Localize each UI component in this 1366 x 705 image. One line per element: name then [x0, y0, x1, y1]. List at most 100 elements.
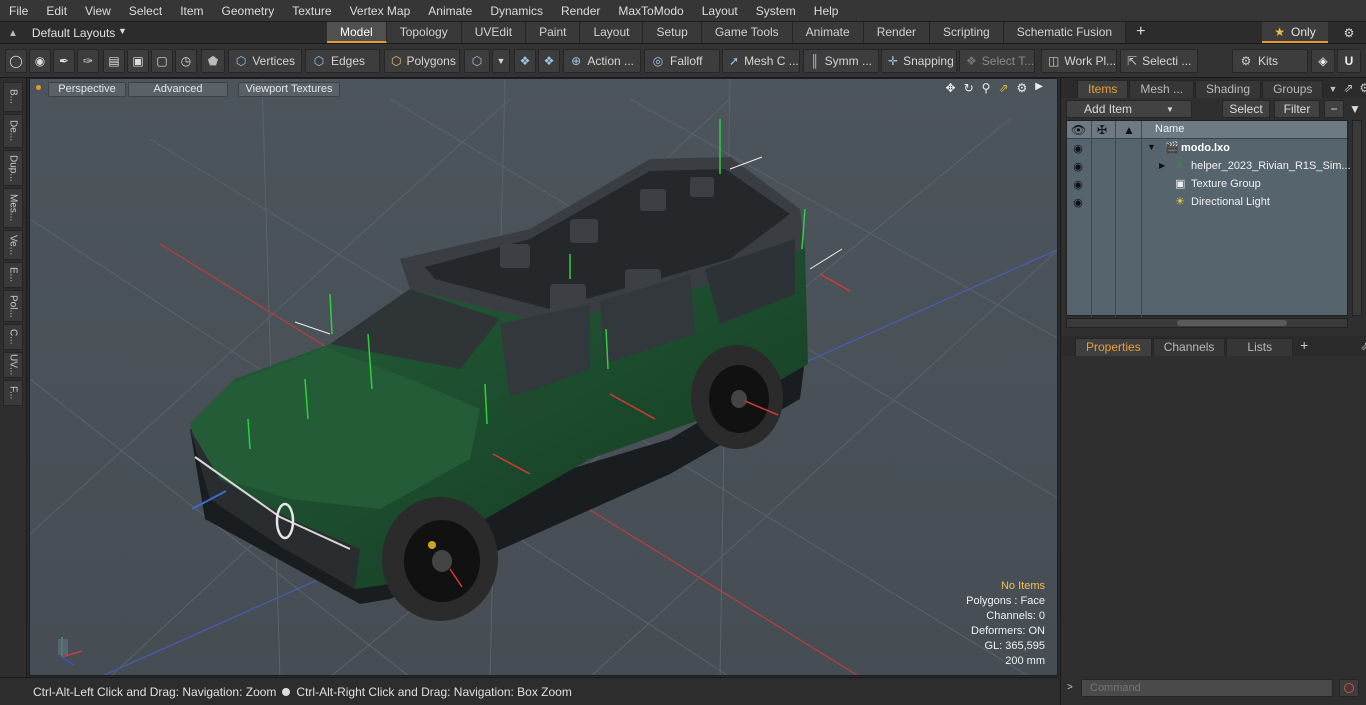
polygons-button[interactable]: ⬡ Polygons	[384, 49, 460, 73]
record-button[interactable]	[1339, 679, 1359, 697]
layouts-selector[interactable]: ▲ Default Layouts	[0, 22, 115, 44]
selection-sets-button[interactable]: ⇱ Selecti ...	[1120, 49, 1198, 73]
tab-model[interactable]: Model	[327, 22, 387, 43]
material-icon[interactable]: ❖	[514, 49, 536, 73]
menu-render[interactable]: Render	[552, 0, 609, 22]
left-tab-mesh-edit[interactable]: Mes...	[3, 188, 23, 228]
edges-button[interactable]: ⬡ Edges	[305, 49, 380, 73]
tab-groups[interactable]: Groups	[1262, 80, 1324, 98]
menu-item[interactable]: Item	[171, 0, 212, 22]
circle-select-icon[interactable]: ◯	[5, 49, 27, 73]
left-tab-basic[interactable]: B...	[3, 82, 23, 112]
eye-icon[interactable]: ◉	[1071, 143, 1085, 155]
tab-uvedit[interactable]: UVEdit	[461, 22, 527, 43]
tab-channels[interactable]: Channels	[1152, 338, 1226, 356]
tab-shading[interactable]: Shading	[1195, 80, 1262, 98]
falloff-button[interactable]: ◎ Falloff	[644, 49, 720, 73]
tab-scripting[interactable]: Scripting	[930, 22, 1004, 43]
panel-gear-icon[interactable]: ⚙	[1359, 81, 1366, 95]
perspective-button[interactable]: Perspective	[48, 82, 126, 97]
snapping-button[interactable]: ✛ Snapping	[881, 49, 957, 73]
3d-viewport[interactable]: Perspective Advanced Viewport Textures ✥…	[29, 78, 1058, 676]
menu-select[interactable]: Select	[120, 0, 171, 22]
left-tab-deform[interactable]: De...	[3, 114, 23, 148]
left-tab-duplicate[interactable]: Dup...	[3, 150, 23, 186]
eye-icon[interactable]: ◉	[1071, 161, 1085, 173]
menu-help[interactable]: Help	[805, 0, 848, 22]
select-through-button[interactable]: ❖ Select T...	[959, 49, 1035, 73]
menu-edit[interactable]: Edit	[37, 0, 76, 22]
tab-paint[interactable]: Paint	[526, 22, 581, 43]
menu-file[interactable]: File	[0, 0, 37, 22]
tab-mesh[interactable]: Mesh ...	[1129, 80, 1195, 98]
add-item-button[interactable]: Add Item ▼	[1066, 100, 1192, 118]
menu-layout[interactable]: Layout	[693, 0, 747, 22]
vertices-button[interactable]: ⬡ Vertices	[228, 49, 302, 73]
tab-properties[interactable]: Properties	[1075, 338, 1152, 356]
unreal-icon[interactable]: U	[1337, 49, 1361, 73]
menu-geometry[interactable]: Geometry	[213, 0, 284, 22]
left-tab-edge[interactable]: E...	[3, 262, 23, 288]
horizontal-scrollbar[interactable]	[1066, 318, 1348, 328]
tab-items[interactable]: Items	[1077, 80, 1129, 98]
symmetry-button[interactable]: ║ Symm ...	[803, 49, 879, 73]
left-tab-curve[interactable]: C...	[3, 324, 23, 350]
expand-panel-icon[interactable]: ⇗	[1360, 339, 1366, 353]
gear-icon[interactable]: ⚙	[1338, 22, 1360, 44]
viewport-textures-button[interactable]: Viewport Textures	[238, 82, 340, 97]
list-item[interactable]: ◉ ▣ Texture Group	[1067, 176, 1347, 194]
left-tab-polygon[interactable]: Pol...	[3, 290, 23, 322]
add-tab-icon[interactable]: +	[1300, 337, 1308, 353]
pen-icon[interactable]: ✒	[53, 49, 75, 73]
work-plane-button[interactable]: ◫ Work Pl...	[1041, 49, 1117, 73]
tabs-dropdown-icon[interactable]: ▼	[1328, 84, 1337, 94]
expand-arrow-icon[interactable]: ▼	[1147, 142, 1156, 152]
action-center-button[interactable]: ⊕ Action ...	[563, 49, 641, 73]
kits-button[interactable]: ⚙ Kits	[1232, 49, 1308, 73]
center-icon[interactable]: ▣	[127, 49, 149, 73]
menu-maxtomodo[interactable]: MaxToModo	[609, 0, 692, 22]
left-tab-vertex[interactable]: Ve...	[3, 230, 23, 260]
tab-animate[interactable]: Animate	[792, 22, 864, 43]
chevron-down-icon[interactable]: ▼	[492, 49, 510, 73]
viewport-gear-icon[interactable]: ⚙	[1017, 81, 1028, 95]
list-item[interactable]: ◉ ☀ Directional Light	[1067, 194, 1347, 212]
list-item[interactable]: ◉ ▶ ✳ helper_2023_Rivian_R1S_Sim...	[1067, 158, 1350, 176]
tab-lists[interactable]: Lists	[1226, 338, 1294, 356]
texture-icon[interactable]: ❖	[538, 49, 560, 73]
layouts-dropdown-icon[interactable]: ▼	[118, 26, 127, 36]
move-view-icon[interactable]: ✥	[946, 81, 956, 95]
list-item[interactable]: ◉ ▼ 🎬 modo.lxo	[1067, 140, 1347, 158]
brush-icon[interactable]: ✑	[77, 49, 99, 73]
tab-schematic-fusion[interactable]: Schematic Fusion	[1003, 22, 1127, 43]
box-icon[interactable]: ▢	[151, 49, 173, 73]
tab-layout[interactable]: Layout	[580, 22, 644, 43]
tab-render[interactable]: Render	[863, 22, 931, 43]
only-toggle[interactable]: ★ Only	[1262, 22, 1328, 43]
rotate-view-icon[interactable]: ↻	[964, 81, 974, 95]
tab-game-tools[interactable]: Game Tools	[701, 22, 793, 43]
clock-icon[interactable]: ◷	[175, 49, 197, 73]
vertical-scrollbar[interactable]	[1352, 120, 1362, 316]
mesh-constraint-button[interactable]: ➚ Mesh C ...	[722, 49, 800, 73]
select-button[interactable]: Select	[1222, 100, 1270, 118]
align-icon[interactable]: ▤	[103, 49, 125, 73]
eye-icon[interactable]: ◉	[1071, 179, 1085, 191]
menu-view[interactable]: View	[76, 0, 120, 22]
unity-icon[interactable]: ◈	[1311, 49, 1335, 73]
item-mode-icon[interactable]: ⬡	[464, 49, 490, 73]
menu-system[interactable]: System	[747, 0, 805, 22]
tab-topology[interactable]: Topology	[386, 22, 462, 43]
left-tab-uv[interactable]: UV...	[3, 352, 23, 378]
menu-texture[interactable]: Texture	[283, 0, 340, 22]
globe-icon[interactable]: ◉	[29, 49, 51, 73]
menu-vertex-map[interactable]: Vertex Map	[341, 0, 420, 22]
collapse-icon[interactable]: −	[1324, 100, 1344, 118]
eye-icon[interactable]: ◉	[1071, 197, 1085, 209]
collapse-arrow-icon[interactable]: ▶	[1159, 161, 1165, 170]
menu-dynamics[interactable]: Dynamics	[481, 0, 552, 22]
shield-icon[interactable]: ⬟	[201, 49, 225, 73]
tab-setup[interactable]: Setup	[643, 22, 702, 43]
zoom-view-icon[interactable]: ⚲	[982, 81, 991, 95]
maximize-icon[interactable]: ⇗	[998, 81, 1008, 95]
